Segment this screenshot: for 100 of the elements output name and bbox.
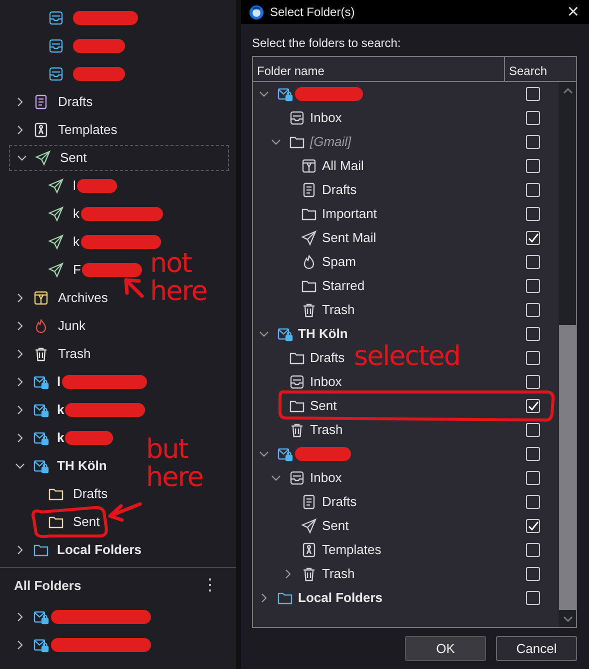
folder-name[interactable]: Sent bbox=[310, 396, 337, 416]
folder-name[interactable]: Junk bbox=[58, 316, 86, 336]
account-name[interactable]: Local Folders bbox=[57, 540, 142, 560]
folder-name[interactable]: Spam bbox=[322, 252, 356, 272]
checkbox[interactable] bbox=[526, 111, 540, 125]
section-title: All Folders bbox=[14, 576, 82, 595]
cancel-button[interactable]: Cancel bbox=[496, 636, 577, 661]
close-button[interactable]: × bbox=[565, 2, 581, 22]
folder-name[interactable]: Trash bbox=[310, 420, 343, 440]
checkbox[interactable] bbox=[526, 399, 540, 413]
folder-name[interactable]: Sent Mail bbox=[322, 228, 376, 248]
collapse-icon[interactable] bbox=[259, 449, 269, 459]
expand-icon[interactable] bbox=[15, 321, 25, 331]
folder-name[interactable]: Drafts bbox=[322, 180, 357, 200]
envelope-lock-icon bbox=[33, 637, 49, 653]
account-name[interactable]: TH Köln bbox=[57, 456, 107, 476]
more-menu-button[interactable]: ⋮ bbox=[198, 574, 222, 598]
inbox-icon bbox=[48, 38, 64, 54]
checkbox[interactable] bbox=[526, 255, 540, 269]
checkbox[interactable] bbox=[526, 279, 540, 293]
expand-icon[interactable] bbox=[15, 405, 25, 415]
column-header[interactable]: Folder name bbox=[253, 57, 505, 81]
checkbox[interactable] bbox=[526, 351, 540, 365]
expand-icon[interactable] bbox=[259, 593, 269, 603]
folder-name[interactable]: Templates bbox=[322, 540, 382, 560]
handwritten-note: but here bbox=[146, 436, 204, 493]
folder-name[interactable]: Archives bbox=[58, 288, 108, 308]
checkbox[interactable] bbox=[526, 447, 540, 461]
checkbox[interactable] bbox=[526, 159, 540, 173]
scroll-down-icon[interactable] bbox=[562, 616, 572, 622]
scroll-up-icon[interactable] bbox=[562, 88, 572, 94]
account-name[interactable]: Local Folders bbox=[298, 588, 383, 608]
checkbox[interactable] bbox=[526, 135, 540, 149]
folder-name[interactable]: Important bbox=[322, 204, 377, 224]
folder-name[interactable]: Drafts bbox=[322, 492, 357, 512]
focused-row[interactable]: Sent bbox=[8, 144, 230, 172]
folder-name[interactable]: Starred bbox=[322, 276, 365, 296]
scrollbar-thumb[interactable] bbox=[559, 325, 576, 610]
expand-icon[interactable] bbox=[15, 349, 25, 359]
expand-icon[interactable] bbox=[15, 612, 25, 622]
folder-name[interactable]: Drafts bbox=[310, 348, 345, 368]
collapse-icon[interactable] bbox=[15, 461, 25, 471]
expand-icon[interactable] bbox=[283, 569, 293, 579]
checkbox[interactable] bbox=[526, 495, 540, 509]
expand-icon[interactable] bbox=[15, 97, 25, 107]
folder-icon bbox=[48, 514, 64, 530]
folder-name[interactable]: All Mail bbox=[322, 156, 364, 176]
folder-name[interactable]: Sent bbox=[60, 148, 87, 168]
folder-name[interactable]: Trash bbox=[322, 300, 355, 320]
folder-name[interactable]: Inbox bbox=[310, 372, 342, 392]
paper-plane-icon bbox=[48, 262, 64, 278]
folder-name[interactable]: k bbox=[73, 232, 80, 252]
ok-button[interactable]: OK bbox=[405, 636, 486, 661]
folder-name[interactable]: l bbox=[73, 176, 76, 196]
checkbox[interactable] bbox=[526, 87, 540, 101]
collapse-icon[interactable] bbox=[271, 473, 281, 483]
folder-name[interactable]: k bbox=[73, 204, 80, 224]
collapse-icon[interactable] bbox=[271, 137, 281, 147]
folder-name[interactable]: Drafts bbox=[58, 92, 93, 112]
checkbox[interactable] bbox=[526, 183, 540, 197]
checkbox[interactable] bbox=[526, 231, 540, 245]
folder-name[interactable]: Templates bbox=[58, 120, 118, 140]
checkbox[interactable] bbox=[526, 543, 540, 557]
folder-name[interactable]: Trash bbox=[322, 564, 355, 584]
template-icon bbox=[301, 542, 317, 558]
expand-icon[interactable] bbox=[15, 433, 25, 443]
checkbox[interactable] bbox=[526, 375, 540, 389]
column-header[interactable]: Search bbox=[505, 57, 576, 81]
collapse-icon[interactable] bbox=[259, 89, 269, 99]
account-name[interactable]: TH Köln bbox=[298, 324, 348, 344]
checkbox[interactable] bbox=[526, 567, 540, 581]
expand-icon[interactable] bbox=[15, 293, 25, 303]
folder-name[interactable]: Inbox bbox=[310, 468, 342, 488]
folder-name[interactable]: Trash bbox=[58, 344, 91, 364]
folder-name[interactable]: Drafts bbox=[73, 484, 108, 504]
folder-name[interactable]: Inbox bbox=[310, 108, 342, 128]
collapse-icon[interactable] bbox=[17, 153, 27, 163]
checkbox[interactable] bbox=[526, 303, 540, 317]
expand-icon[interactable] bbox=[15, 377, 25, 387]
expand-icon[interactable] bbox=[15, 125, 25, 135]
checkbox[interactable] bbox=[526, 471, 540, 485]
collapse-icon[interactable] bbox=[259, 329, 269, 339]
envelope-lock-icon bbox=[277, 86, 293, 102]
account-name[interactable]: k bbox=[57, 428, 64, 448]
account-name[interactable]: l bbox=[57, 372, 61, 392]
checkbox[interactable] bbox=[526, 207, 540, 221]
annotation-arrow bbox=[124, 278, 144, 298]
account-name[interactable]: k bbox=[57, 400, 64, 420]
expand-icon[interactable] bbox=[15, 640, 25, 650]
checkbox[interactable] bbox=[526, 519, 540, 533]
folder-icon bbox=[277, 590, 293, 606]
expand-icon[interactable] bbox=[15, 545, 25, 555]
checkbox[interactable] bbox=[526, 423, 540, 437]
folder-name[interactable]: F bbox=[73, 260, 81, 280]
checkbox[interactable] bbox=[526, 591, 540, 605]
checkbox[interactable] bbox=[526, 327, 540, 341]
folder-name[interactable]: [Gmail] bbox=[310, 132, 352, 152]
template-icon bbox=[33, 122, 49, 138]
folder-name[interactable]: Sent bbox=[322, 516, 349, 536]
scrollbar[interactable] bbox=[559, 82, 576, 627]
